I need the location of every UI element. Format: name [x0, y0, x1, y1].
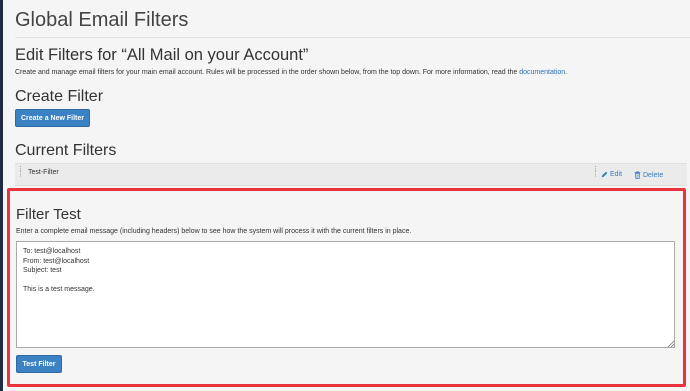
- filter-test-description: Enter a complete email message (includin…: [16, 228, 412, 235]
- test-filter-button[interactable]: Test Filter: [16, 355, 62, 373]
- resize-grip-icon[interactable]: [667, 340, 674, 347]
- current-filters-heading: Current Filters: [15, 142, 117, 159]
- page-title: Global Email Filters: [15, 9, 189, 31]
- edit-filter-link[interactable]: Edit: [601, 171, 622, 178]
- create-new-filter-button[interactable]: Create a New Filter: [15, 109, 90, 127]
- edit-filters-heading: Edit Filters for “All Mail on your Accou…: [15, 46, 309, 64]
- filter-row: ⋮ ⋮ Test-Filter ⋮ ⋮ Edit Delete: [15, 163, 687, 186]
- filter-name: Test-Filter: [28, 169, 59, 176]
- filter-test-panel: Filter Test Enter a complete email messa…: [7, 188, 686, 387]
- pencil-icon: [601, 171, 608, 178]
- test-message-textarea[interactable]: To: test@localhost From: test@localhost …: [16, 241, 675, 348]
- create-filter-heading: Create Filter: [15, 88, 104, 105]
- delete-filter-link[interactable]: Delete: [634, 171, 663, 179]
- drag-handle-icon[interactable]: ⋮ ⋮: [17, 166, 24, 178]
- filter-test-heading: Filter Test: [16, 206, 81, 223]
- drag-handle-icon[interactable]: ⋮ ⋮: [592, 166, 599, 178]
- filters-description: Create and manage email filters for your…: [15, 69, 567, 76]
- trash-icon: [634, 171, 641, 179]
- description-end: .: [565, 69, 568, 76]
- description-text: Create and manage email filters for your…: [15, 69, 520, 76]
- documentation-link[interactable]: documentation: [519, 69, 565, 76]
- edit-label: Edit: [610, 171, 623, 178]
- left-edge-strip: [0, 0, 3, 391]
- title-divider: [15, 37, 690, 38]
- delete-label: Delete: [643, 171, 664, 179]
